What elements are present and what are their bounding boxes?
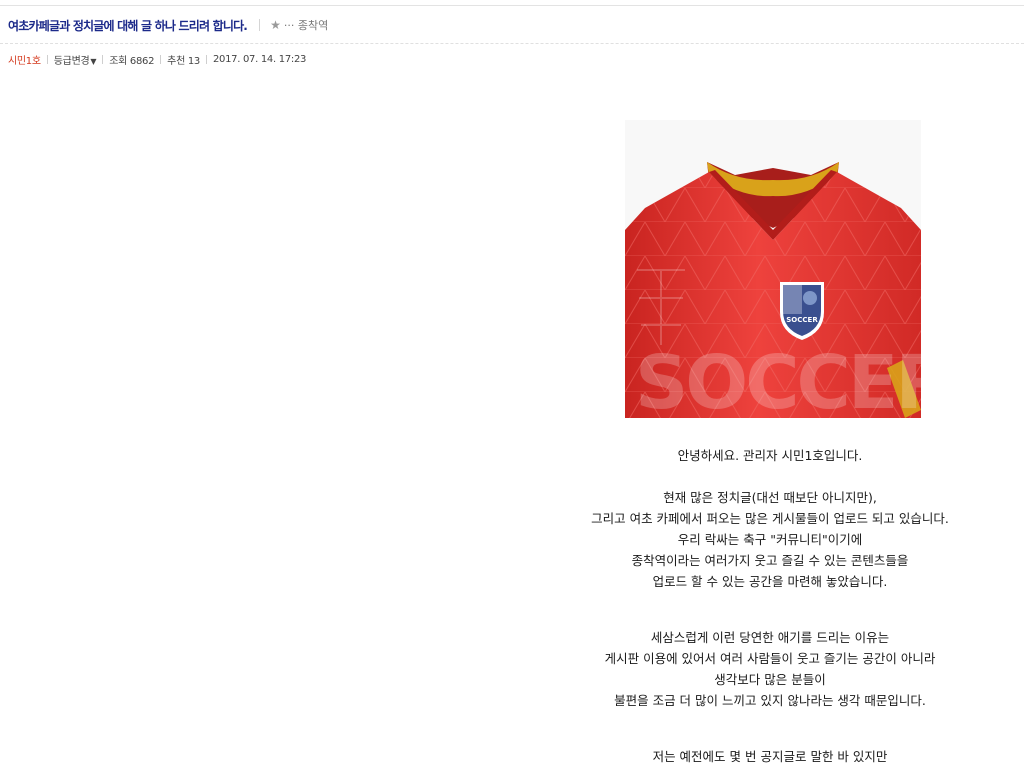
soccer-jersey-image: SOCCER SOCCER [625,120,921,418]
meta-separator [46,54,48,64]
caret-down-icon: ▼ [90,56,97,66]
header-divider [0,43,1024,44]
body-line: 종착역이라는 여러가지 웃고 즐길 수 있는 콘텐츠들을 [631,553,909,568]
body-line: 업로드 할 수 있는 공간을 마련해 놓았습니다. [652,574,888,589]
body-line: 현재 많은 정치글(대선 때보단 아니지만), [663,490,877,505]
body-line: 안녕하세요. 관리자 시민1호입니다. [677,448,863,463]
body-line: 생각보다 많은 분들이 [714,672,826,687]
category-label: 종착역 [297,19,329,32]
post-meta: 시민1호 등급변경▼ 조회 6862 추천 13 2017. 07. 14. 1… [8,52,307,67]
view-count: 조회 6862 [109,55,155,67]
body-line [520,711,1020,746]
body-line: 세삼스럽게 이런 당연한 애기를 드리는 이유는 [650,630,890,645]
body-line [520,466,1020,487]
body-line: 게시판 이용에 있어서 여러 사람들이 웃고 즐기는 공간이 아니라 [604,651,936,666]
post-date: 2017. 07. 14. 17:23 [212,53,307,65]
body-line [520,592,1020,627]
post-body: 안녕하세요. 관리자 시민1호입니다. 현재 많은 정치글(대선 때보단 아니지… [520,445,1020,767]
title-separator [259,19,261,31]
star-icon: ★ [270,18,281,32]
meta-separator [205,54,207,64]
body-line: 그리고 여초 카페에서 퍼오는 많은 게시물들이 업로드 되고 있습니다. [591,511,949,526]
post-image-soccer-jersey: SOCCER SOCCER [625,120,921,418]
body-line: 저는 예전에도 몇 번 공지글로 말한 바 있지만 [652,749,888,764]
grade-change-label: 등급변경 [53,55,90,67]
badge-label: SOCCER [786,316,818,324]
grade-change-button[interactable]: 등급변경▼ [53,52,97,67]
recommend-count: 추천 13 [167,55,200,67]
category-link[interactable]: ··· 종착역 [284,17,328,33]
meta-separator [102,54,104,64]
meta-separator [160,54,162,64]
author-name[interactable]: 시민1호 [8,52,41,67]
post-title[interactable]: 여초카페글과 정치글에 대해 글 하나 드리려 합니다. [8,17,248,34]
body-line: 불편을 조금 더 많이 느끼고 있지 않나라는 생각 때문입니다. [614,693,926,708]
watermark-text: SOCCER [635,340,921,418]
post-header: 여초카페글과 정치글에 대해 글 하나 드리려 합니다. ★ ··· 종착역 [0,6,1024,44]
body-line: 우리 락싸는 축구 "커뮤니티"이기에 [677,532,863,547]
